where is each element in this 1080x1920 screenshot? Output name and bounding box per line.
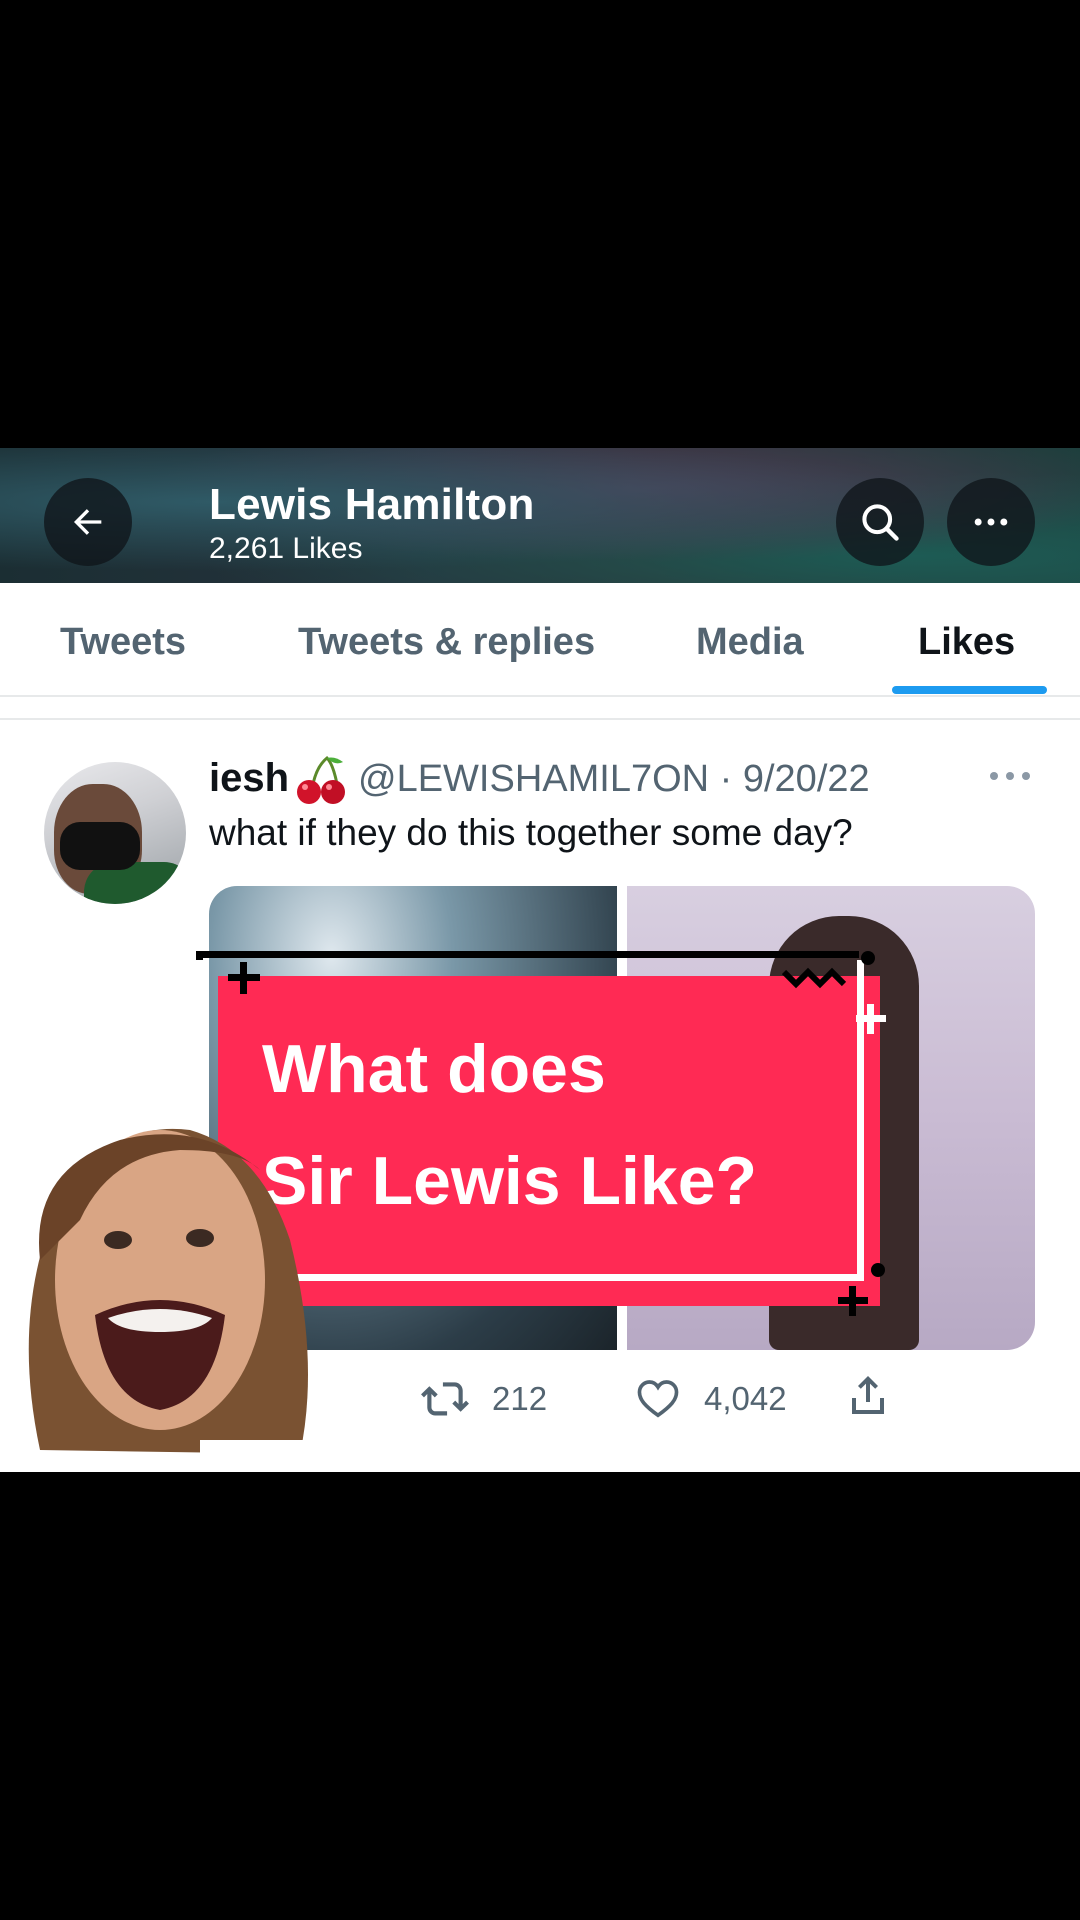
like-count: 4,042 <box>704 1380 787 1417</box>
profile-header: Lewis Hamilton 2,261 Likes <box>0 448 1080 583</box>
dot-decoration-icon <box>861 951 875 965</box>
search-button[interactable] <box>836 478 924 566</box>
cherries-icon <box>297 755 345 804</box>
avatar-mask <box>60 822 140 870</box>
search-icon <box>862 504 899 541</box>
like-heart-icon[interactable] <box>636 1378 680 1418</box>
back-button[interactable] <box>44 478 132 566</box>
likes-count: 2,261 Likes <box>209 532 363 565</box>
tab-likes[interactable]: Likes <box>918 621 1015 664</box>
share-icon[interactable] <box>848 1374 888 1418</box>
tab-tweets[interactable]: Tweets <box>60 621 186 664</box>
avatar[interactable] <box>44 762 186 904</box>
caption-line-2: Sir Lewis Like? <box>262 1143 758 1219</box>
creator-face-image <box>28 1128 328 1454</box>
arrow-left-icon <box>74 509 102 535</box>
profile-name: Lewis Hamilton <box>209 480 535 529</box>
plus-black-decoration-icon <box>838 1286 868 1316</box>
divider <box>0 718 1080 720</box>
caption-line-1: What does <box>262 1031 606 1107</box>
retweet-icon[interactable] <box>420 1378 470 1420</box>
plus-decoration-icon <box>228 962 260 994</box>
tweet-text: what if they do this together some day? <box>209 812 853 853</box>
plus-white-decoration-icon <box>856 1004 886 1034</box>
tweet-handle-date[interactable]: @LEWISHAMIL7ON · 9/20/22 <box>358 758 870 801</box>
tweet-author-name[interactable]: iesh <box>209 756 289 801</box>
tweet-more-icon[interactable] <box>988 766 1032 786</box>
more-options-button[interactable] <box>947 478 1035 566</box>
profile-tabs: Tweets Tweets & replies Media Likes <box>0 583 1080 697</box>
retweet-count: 212 <box>492 1380 548 1417</box>
zigzag-decoration-icon <box>782 967 847 989</box>
tab-tweets-replies[interactable]: Tweets & replies <box>298 621 595 664</box>
dot-black-decoration-icon <box>871 1263 885 1277</box>
active-tab-indicator <box>892 686 1047 694</box>
creator-video-cutout <box>0 1110 328 1454</box>
tab-media[interactable]: Media <box>696 621 804 664</box>
more-horizontal-icon <box>974 518 1008 526</box>
